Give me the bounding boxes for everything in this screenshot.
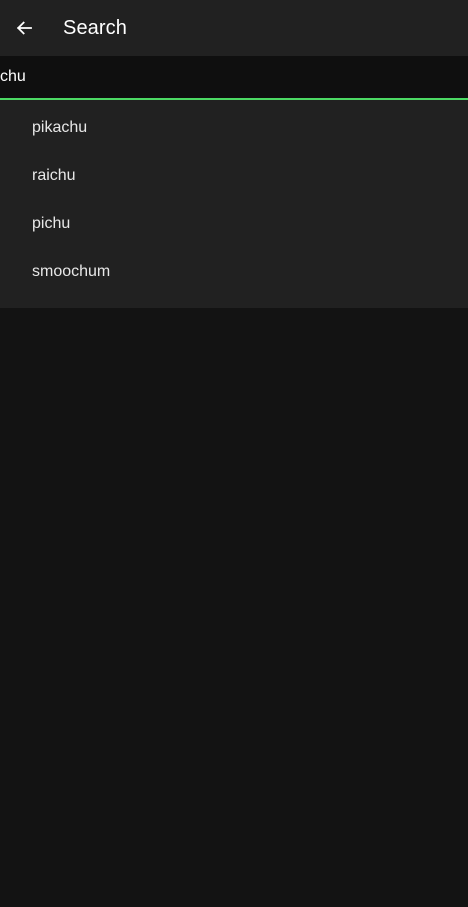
suggestions-list: pikachu raichu pichu smoochum	[0, 100, 468, 308]
suggestion-item-raichu[interactable]: raichu	[0, 152, 468, 200]
search-input[interactable]	[0, 56, 468, 98]
arrow-left-icon	[16, 21, 32, 35]
suggestion-item-smoochum[interactable]: smoochum	[0, 248, 468, 296]
page-title: Search	[63, 17, 127, 39]
suggestion-item-pichu[interactable]: pichu	[0, 200, 468, 248]
suggestion-item-pikachu[interactable]: pikachu	[0, 104, 468, 152]
back-button[interactable]	[0, 0, 46, 56]
search-field[interactable]	[0, 56, 468, 100]
app-screen: Search pikachu raichu pichu smoochum	[0, 0, 468, 907]
app-bar: Search	[0, 0, 468, 56]
